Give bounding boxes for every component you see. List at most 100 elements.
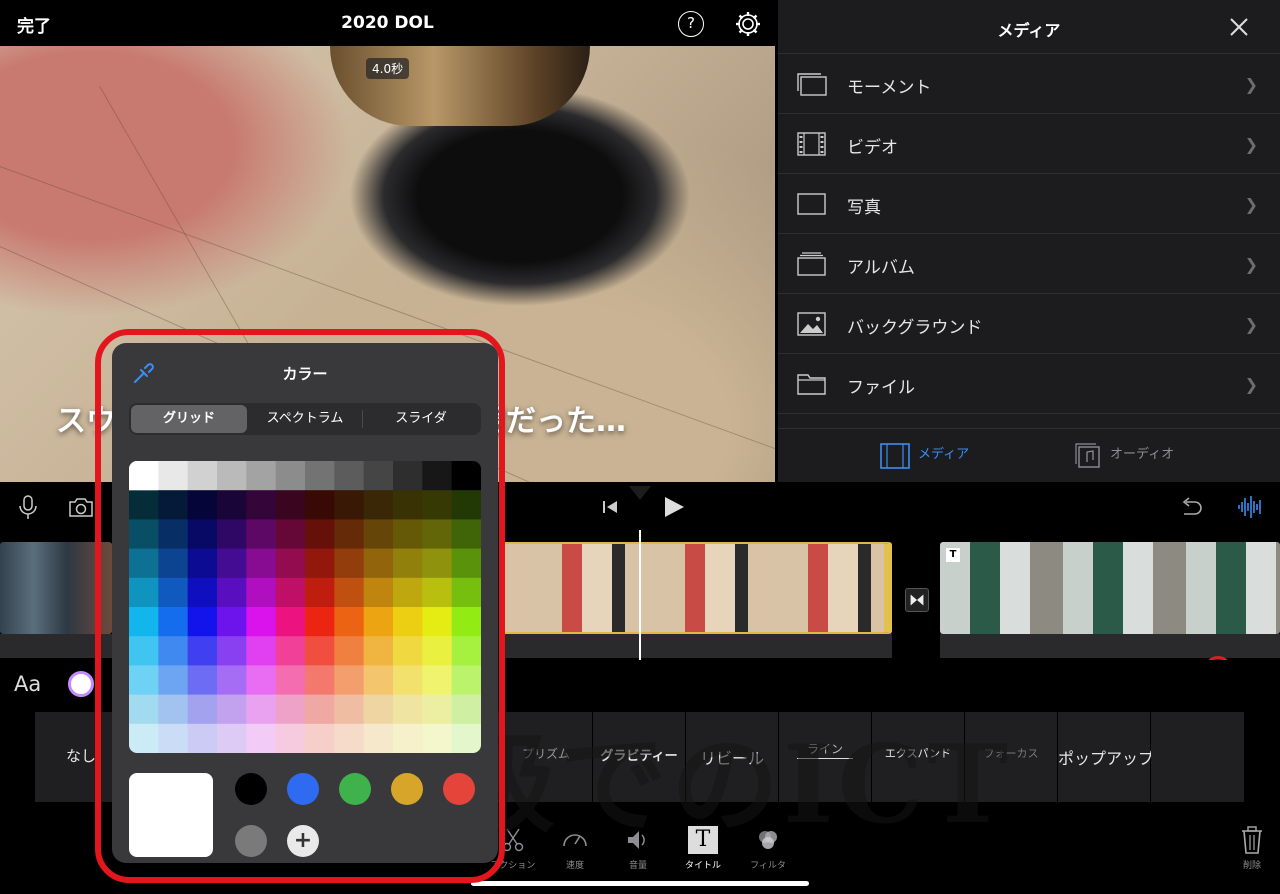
add-swatch-button[interactable]: +: [287, 825, 319, 857]
color-grid-cell[interactable]: [393, 723, 423, 753]
media-item-backgrounds[interactable]: バックグラウンド ❯: [778, 294, 1280, 354]
color-grid-cell[interactable]: [393, 548, 423, 579]
color-grid-cell[interactable]: [158, 490, 189, 520]
color-grid-cell[interactable]: [451, 519, 481, 550]
color-grid-cell[interactable]: [217, 607, 247, 637]
media-item-albums[interactable]: アルバム ❯: [778, 234, 1280, 294]
color-grid-cell[interactable]: [246, 636, 277, 666]
microphone-icon[interactable]: [15, 494, 41, 520]
color-grid-cell[interactable]: [422, 723, 453, 753]
color-grid-cell[interactable]: [305, 636, 335, 666]
color-grid-cell[interactable]: [275, 519, 306, 550]
color-grid-cell[interactable]: [158, 548, 189, 579]
color-grid-cell[interactable]: [334, 607, 365, 637]
color-grid-cell[interactable]: [158, 694, 189, 725]
clip-globe-selected[interactable]: [500, 542, 892, 634]
color-grid-cell[interactable]: [334, 577, 365, 608]
color-grid-cell[interactable]: [305, 665, 335, 696]
media-item-moments[interactable]: モーメント ❯: [778, 54, 1280, 114]
color-grid-cell[interactable]: [275, 694, 306, 725]
color-grid-cell[interactable]: [393, 607, 423, 637]
color-grid-cell[interactable]: [275, 461, 306, 491]
color-grid-cell[interactable]: [246, 461, 277, 491]
color-grid-cell[interactable]: [187, 548, 218, 579]
color-grid-cell[interactable]: [217, 490, 247, 520]
color-grid-cell[interactable]: [158, 607, 189, 637]
color-grid-cell[interactable]: [422, 490, 453, 520]
color-grid-cell[interactable]: [217, 548, 247, 579]
color-grid-cell[interactable]: [246, 490, 277, 520]
transition-icon[interactable]: [905, 588, 929, 612]
segment-grid[interactable]: グリッド: [131, 405, 247, 433]
color-grid-cell[interactable]: [217, 665, 247, 696]
color-grid-cell[interactable]: [246, 665, 277, 696]
color-grid-cell[interactable]: [187, 461, 218, 491]
color-grid-cell[interactable]: [393, 636, 423, 666]
color-grid-cell[interactable]: [129, 694, 159, 725]
color-grid-cell[interactable]: [217, 694, 247, 725]
color-grid-cell[interactable]: [363, 490, 394, 520]
color-grid-cell[interactable]: [129, 723, 159, 753]
color-grid-cell[interactable]: [393, 461, 423, 491]
color-grid-cell[interactable]: [363, 723, 394, 753]
color-grid-cell[interactable]: [129, 577, 159, 608]
color-grid-cell[interactable]: [305, 519, 335, 550]
color-grid-cell[interactable]: [305, 577, 335, 608]
color-grid-cell[interactable]: [158, 723, 189, 753]
color-grid-cell[interactable]: [246, 577, 277, 608]
color-grid-cell[interactable]: [187, 694, 218, 725]
color-grid-cell[interactable]: [187, 490, 218, 520]
color-grid-cell[interactable]: [246, 694, 277, 725]
color-grid-cell[interactable]: [334, 636, 365, 666]
color-grid-cell[interactable]: [363, 665, 394, 696]
color-grid-cell[interactable]: [363, 519, 394, 550]
tab-media[interactable]: メディア: [918, 443, 969, 462]
color-grid-cell[interactable]: [246, 548, 277, 579]
color-grid-cell[interactable]: [305, 607, 335, 637]
undo-icon[interactable]: [1178, 494, 1204, 520]
color-grid-cell[interactable]: [363, 577, 394, 608]
color-grid-cell[interactable]: [334, 665, 365, 696]
camera-icon[interactable]: [68, 494, 94, 520]
color-grid-cell[interactable]: [451, 636, 481, 666]
style-tile-popup[interactable]: ポップアップ: [1058, 712, 1154, 802]
color-grid-cell[interactable]: [187, 665, 218, 696]
color-grid-cell[interactable]: [246, 607, 277, 637]
color-grid-cell[interactable]: [363, 548, 394, 579]
color-grid-cell[interactable]: [187, 607, 218, 637]
color-grid-cell[interactable]: [129, 548, 159, 579]
color-grid-cell[interactable]: [451, 694, 481, 725]
color-grid-cell[interactable]: [422, 636, 453, 666]
color-grid-cell[interactable]: [305, 694, 335, 725]
color-grid-cell[interactable]: [158, 519, 189, 550]
color-grid-cell[interactable]: [158, 665, 189, 696]
color-grid-cell[interactable]: [217, 723, 247, 753]
color-grid-cell[interactable]: [451, 490, 481, 520]
font-button[interactable]: Aa: [14, 672, 41, 696]
color-grid-cell[interactable]: [363, 461, 394, 491]
style-tile[interactable]: [1151, 712, 1245, 802]
color-grid-cell[interactable]: [305, 461, 335, 491]
media-item-photos[interactable]: 写真 ❯: [778, 174, 1280, 234]
close-icon[interactable]: [1228, 16, 1250, 38]
color-grid-cell[interactable]: [393, 490, 423, 520]
color-grid-cell[interactable]: [217, 519, 247, 550]
color-grid-cell[interactable]: [363, 694, 394, 725]
color-grid-cell[interactable]: [393, 694, 423, 725]
color-grid-cell[interactable]: [129, 607, 159, 637]
color-grid-cell[interactable]: [422, 519, 453, 550]
color-grid-cell[interactable]: [422, 461, 453, 491]
play-icon[interactable]: [661, 494, 687, 520]
color-grid-cell[interactable]: [422, 694, 453, 725]
color-grid-cell[interactable]: [451, 723, 481, 753]
color-grid-cell[interactable]: [334, 548, 365, 579]
color-grid-cell[interactable]: [158, 577, 189, 608]
color-grid-cell[interactable]: [334, 519, 365, 550]
swatch-black[interactable]: [235, 773, 267, 805]
color-grid-cell[interactable]: [422, 607, 453, 637]
color-grid-cell[interactable]: [393, 519, 423, 550]
color-grid-cell[interactable]: [275, 665, 306, 696]
color-grid-cell[interactable]: [275, 490, 306, 520]
color-grid-cell[interactable]: [158, 461, 189, 491]
help-icon[interactable]: ?: [678, 11, 704, 37]
